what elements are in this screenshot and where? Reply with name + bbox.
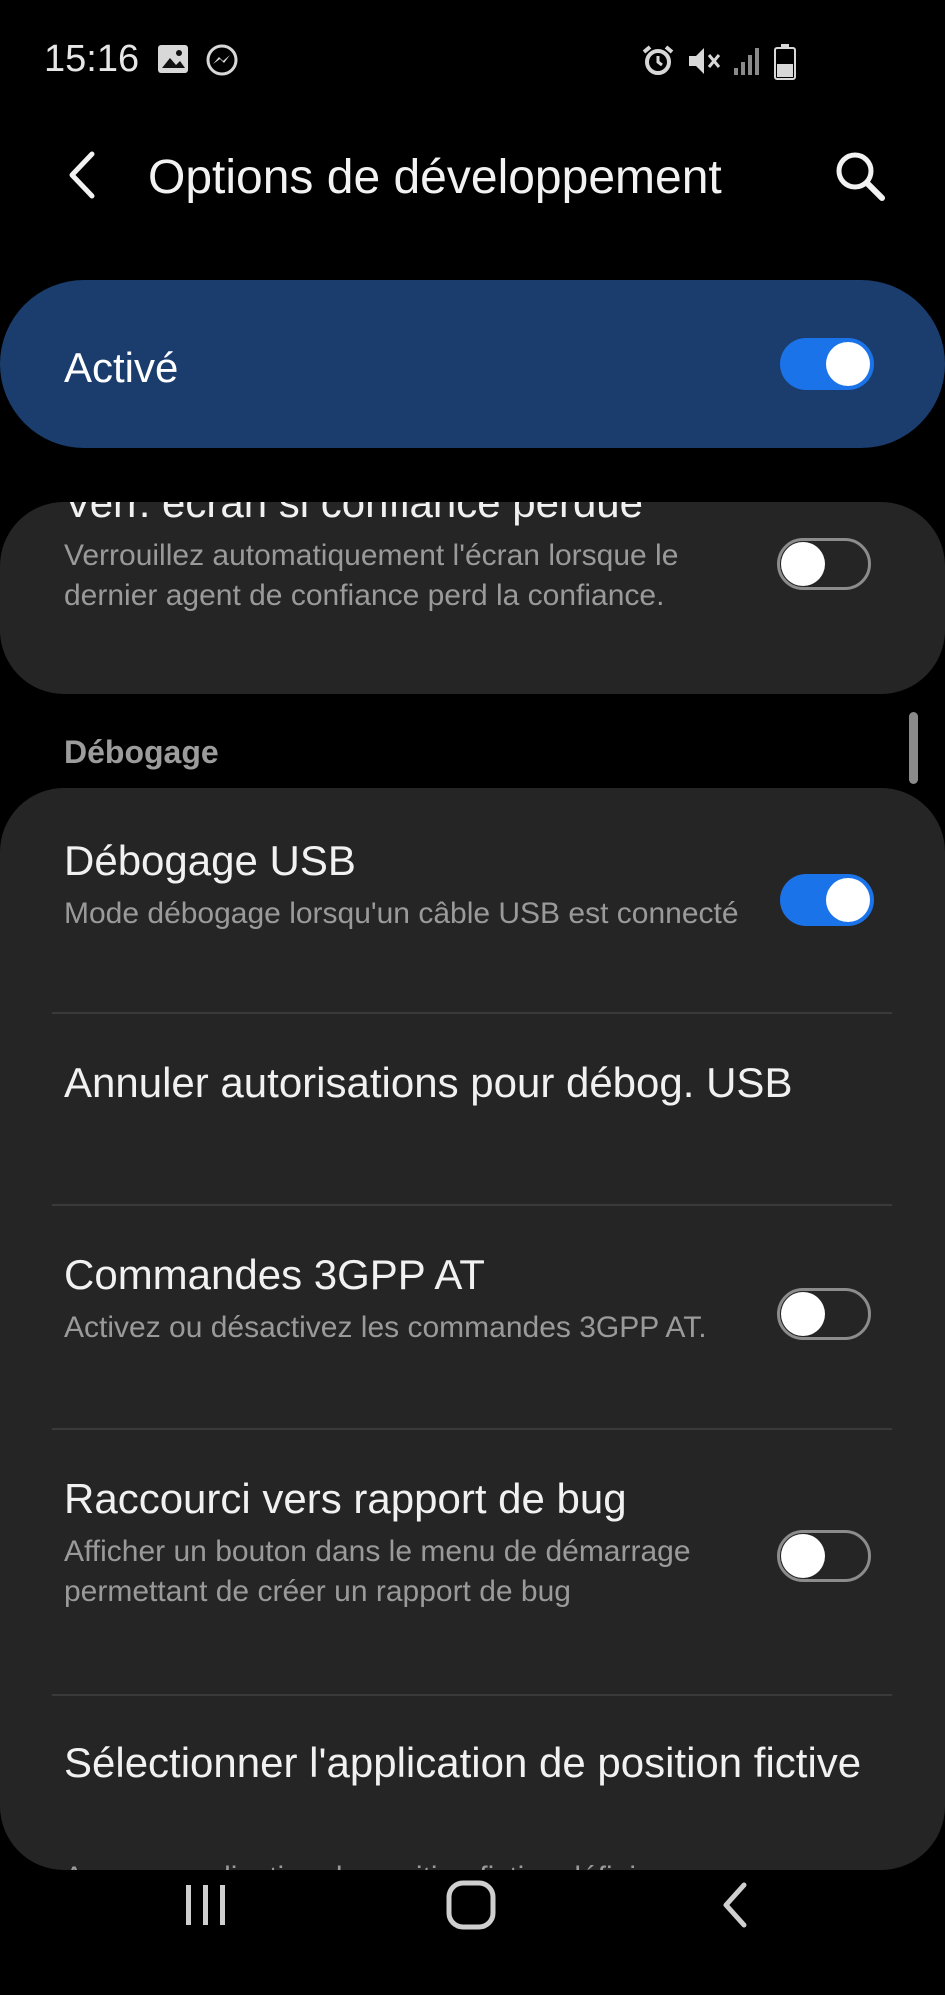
- lock-screen-trust-title: Verr. écran si confiance perdue: [64, 502, 644, 526]
- back-arrow-icon: [69, 151, 95, 199]
- usb-debugging-title: Débogage USB: [64, 837, 356, 884]
- nav-back-button[interactable]: [718, 1880, 752, 1935]
- 3gpp-at-subtitle: Activez ou désactivez les commandes 3GPP…: [64, 1311, 707, 1344]
- recents-icon: [186, 1885, 225, 1925]
- vibrate-off-icon: [686, 44, 722, 83]
- home-icon: [446, 1880, 496, 1930]
- image-icon: [157, 44, 189, 79]
- section-header-debug: Débogage: [64, 734, 219, 770]
- divider: [52, 1428, 892, 1430]
- divider: [52, 1694, 892, 1696]
- divider: [52, 1204, 892, 1206]
- toggle-knob: [826, 878, 870, 922]
- usb-debugging-subtitle: Mode débogage lorsqu'un câble USB est co…: [64, 897, 739, 930]
- bug-report-shortcut-toggle[interactable]: [777, 1530, 871, 1582]
- 3gpp-at-toggle[interactable]: [777, 1288, 871, 1340]
- debug-settings-card: Débogage USB Mode débogage lorsqu'un câb…: [0, 788, 945, 1870]
- lock-screen-trust-toggle[interactable]: [777, 538, 871, 590]
- 3gpp-at-title: Commandes 3GPP AT: [64, 1251, 485, 1298]
- home-button[interactable]: [446, 1880, 496, 1935]
- page-title: Options de développement: [148, 151, 722, 204]
- master-switch-toggle[interactable]: [780, 338, 874, 390]
- search-button[interactable]: [832, 148, 888, 204]
- back-icon: [723, 1882, 747, 1928]
- status-time: 15:16: [44, 38, 140, 80]
- scrollbar[interactable]: [909, 712, 918, 784]
- mock-location-app-title[interactable]: Sélectionner l'application de position f…: [64, 1736, 864, 1790]
- divider: [52, 1012, 892, 1014]
- revoke-usb-auth-title[interactable]: Annuler autorisations pour débog. USB: [64, 1056, 864, 1110]
- lock-screen-trust-card[interactable]: Verr. écran si confiance perdue Verrouil…: [0, 502, 945, 694]
- messenger-icon: [205, 44, 239, 83]
- back-button[interactable]: [62, 148, 106, 202]
- toggle-knob: [781, 542, 825, 586]
- search-icon: [836, 152, 885, 201]
- usb-debugging-toggle[interactable]: [780, 874, 874, 926]
- mock-location-app-subtitle: Aucune application de position fictive d…: [64, 1858, 864, 1870]
- signal-icon: [733, 44, 763, 81]
- master-switch-label: Activé: [64, 344, 179, 391]
- battery-icon: [774, 44, 796, 85]
- lock-screen-trust-subtitle: Verrouillez automatiquement l'écran lors…: [64, 539, 679, 612]
- toggle-knob: [781, 1292, 825, 1336]
- toggle-knob: [781, 1534, 825, 1578]
- bug-report-shortcut-subtitle: Afficher un bouton dans le menu de démar…: [64, 1535, 691, 1608]
- alarm-icon: [641, 44, 675, 83]
- recents-button[interactable]: [184, 1880, 228, 1935]
- bug-report-shortcut-title: Raccourci vers rapport de bug: [64, 1475, 627, 1522]
- toggle-knob: [826, 342, 870, 386]
